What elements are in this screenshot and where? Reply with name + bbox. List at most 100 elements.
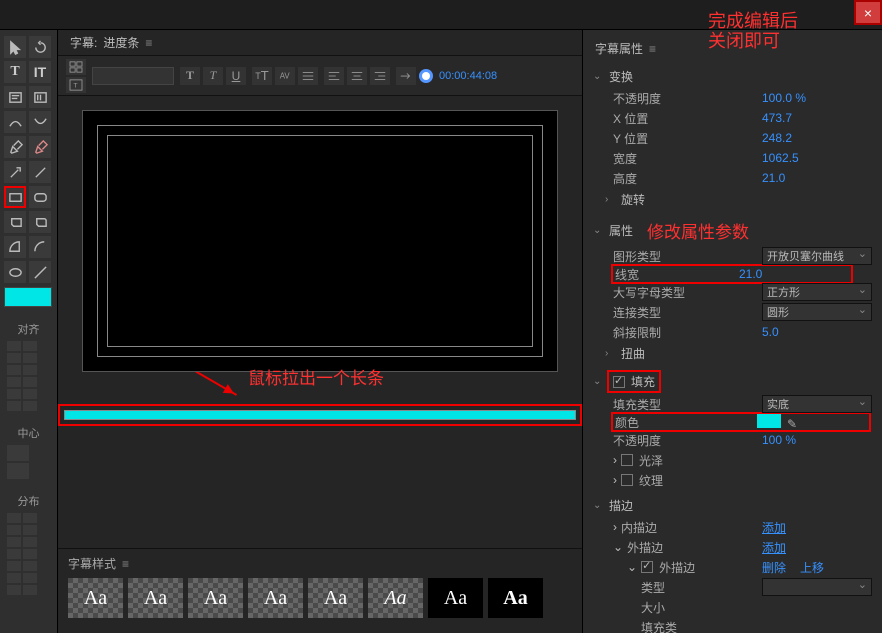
vertical-type-tool[interactable]: IT <box>29 61 51 83</box>
join-select[interactable]: 圆形 <box>762 303 872 321</box>
eyedropper-icon[interactable]: ✎ <box>785 417 799 431</box>
align-btn[interactable] <box>7 353 21 363</box>
roll-type-btn[interactable]: T <box>66 77 86 93</box>
miter-value[interactable]: 5.0 <box>762 325 872 339</box>
kerning-btn[interactable]: AV <box>275 67 295 85</box>
wedge-tool[interactable] <box>4 236 26 258</box>
distribute-btn[interactable] <box>7 549 21 559</box>
arc-tool[interactable] <box>29 236 51 258</box>
distribute-btn[interactable] <box>7 573 21 583</box>
font-family-select[interactable] <box>92 67 174 85</box>
distribute-btn[interactable] <box>7 537 21 547</box>
clipped-rounded-tool[interactable] <box>29 211 51 233</box>
texture-checkbox[interactable] <box>621 474 633 486</box>
align-btn[interactable] <box>23 341 37 351</box>
rectangle-tool[interactable] <box>4 186 26 208</box>
fill-checkbox[interactable] <box>613 376 625 388</box>
align-right-btn[interactable] <box>370 67 390 85</box>
rotate-tool[interactable] <box>29 36 51 58</box>
color-swatch[interactable] <box>4 287 52 307</box>
height-value[interactable]: 21.0 <box>762 171 872 185</box>
pen-tool[interactable] <box>4 136 26 158</box>
center-btn[interactable] <box>7 463 29 479</box>
pen-tool-2[interactable] <box>29 136 51 158</box>
stroke-section[interactable]: ⌄描边 <box>583 494 882 517</box>
linewidth-value[interactable]: 21.0 <box>739 267 849 281</box>
tab-btn[interactable] <box>396 67 416 85</box>
x-value[interactable]: 473.7 <box>762 111 872 125</box>
distribute-btn[interactable] <box>7 585 21 595</box>
align-btn[interactable] <box>23 365 37 375</box>
transform-section[interactable]: ⌄变换 <box>583 65 882 88</box>
bold-btn[interactable]: T <box>180 67 200 85</box>
align-btn[interactable] <box>23 389 37 399</box>
distribute-btn[interactable] <box>23 573 37 583</box>
distribute-btn[interactable] <box>23 561 37 571</box>
path-type-tool[interactable] <box>4 111 26 133</box>
attributes-section[interactable]: ⌄属性修改属性参数 <box>583 215 882 246</box>
selection-tool[interactable] <box>4 36 26 58</box>
align-btn[interactable] <box>23 353 37 363</box>
distribute-btn[interactable] <box>23 549 37 559</box>
stroke-delete[interactable]: 删除 <box>762 559 786 576</box>
style-thumb[interactable]: Aa <box>248 578 303 618</box>
align-btn[interactable] <box>7 401 21 411</box>
distribute-btn[interactable] <box>23 525 37 535</box>
fill-opacity-value[interactable]: 100 % <box>762 433 872 447</box>
area-type-tool[interactable] <box>4 86 26 108</box>
align-btn[interactable] <box>7 377 21 387</box>
shape-type-select[interactable]: 开放贝塞尔曲线 <box>762 247 872 265</box>
progress-bar-shape[interactable] <box>58 404 582 426</box>
distribute-btn[interactable] <box>7 525 21 535</box>
opacity-value[interactable]: 100.0 % <box>762 91 872 105</box>
rounded-rectangle-tool[interactable] <box>29 186 51 208</box>
distribute-btn[interactable] <box>7 561 21 571</box>
stroke-type-select[interactable] <box>762 578 872 596</box>
outer-stroke-item-checkbox[interactable] <box>641 561 653 573</box>
width-value[interactable]: 1062.5 <box>762 151 872 165</box>
sheen-checkbox[interactable] <box>621 454 633 466</box>
distribute-btn[interactable] <box>23 585 37 595</box>
close-button[interactable]: × <box>854 0 882 25</box>
align-btn[interactable] <box>23 401 37 411</box>
ellipse-tool[interactable] <box>4 261 26 283</box>
show-video-btn[interactable] <box>419 69 433 83</box>
style-thumb[interactable]: Aa <box>428 578 483 618</box>
props-menu-icon[interactable]: ≡ <box>649 42 656 56</box>
align-btn[interactable] <box>7 341 21 351</box>
style-thumb[interactable]: Aa <box>68 578 123 618</box>
stroke-moveup[interactable]: 上移 <box>800 559 824 576</box>
style-thumb[interactable]: Aa <box>488 578 543 618</box>
panel-menu-icon[interactable]: ≡ <box>145 36 152 50</box>
align-left-btn[interactable] <box>324 67 344 85</box>
distort-row[interactable]: ›扭曲 <box>583 342 882 365</box>
distribute-btn[interactable] <box>7 513 21 523</box>
style-thumb[interactable]: Aa <box>128 578 183 618</box>
align-center-btn[interactable] <box>347 67 367 85</box>
fill-type-select[interactable]: 实底 <box>762 395 872 413</box>
line-tool[interactable] <box>29 161 51 183</box>
style-thumb[interactable]: Aa <box>308 578 363 618</box>
style-thumb[interactable]: Aa <box>188 578 243 618</box>
italic-btn[interactable]: T <box>203 67 223 85</box>
y-value[interactable]: 248.2 <box>762 131 872 145</box>
clipped-rect-tool[interactable] <box>4 211 26 233</box>
distribute-btn[interactable] <box>23 513 37 523</box>
outer-stroke-add[interactable]: 添加 <box>762 539 872 556</box>
align-btn[interactable] <box>23 377 37 387</box>
type-tool[interactable]: T <box>4 61 26 83</box>
rotation-row[interactable]: ›旋转 <box>583 188 882 211</box>
templates-btn[interactable] <box>66 59 86 75</box>
align-btn[interactable] <box>7 365 21 375</box>
fill-section[interactable]: ⌄填充 <box>583 369 882 394</box>
underline-btn[interactable]: U <box>226 67 246 85</box>
font-size-btn[interactable]: TT <box>252 67 272 85</box>
styles-menu-icon[interactable]: ≡ <box>122 557 129 571</box>
canvas[interactable] <box>82 110 558 372</box>
distribute-btn[interactable] <box>23 537 37 547</box>
leading-btn[interactable] <box>298 67 318 85</box>
center-btn[interactable] <box>7 445 29 461</box>
fill-color-swatch[interactable] <box>757 414 781 428</box>
caps-select[interactable]: 正方形 <box>762 283 872 301</box>
align-btn[interactable] <box>7 389 21 399</box>
